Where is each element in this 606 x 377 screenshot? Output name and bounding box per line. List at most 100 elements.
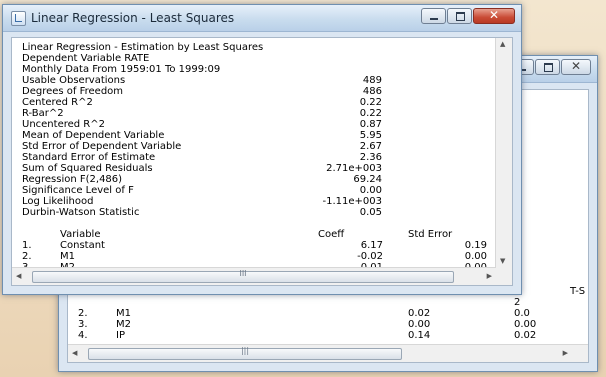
stat-label: Degrees of Freedom bbox=[22, 86, 124, 97]
fragment-std-error: 0.0 bbox=[514, 308, 530, 319]
coef-std-error: 0.00 bbox=[464, 251, 487, 262]
std-error-header: Std Error bbox=[408, 229, 453, 240]
coef-index: 1. bbox=[22, 240, 32, 251]
stat-row: Degrees of Freedom 486 bbox=[22, 86, 382, 97]
scroll-down-arrow-icon[interactable]: ▼ bbox=[500, 258, 505, 265]
fragment-std-error: 0.00 bbox=[514, 319, 537, 330]
maximize-button[interactable] bbox=[535, 59, 560, 75]
fragment-variable: IP bbox=[116, 330, 125, 341]
stat-value: 69.24 bbox=[353, 174, 382, 185]
stat-value: 486 bbox=[362, 86, 382, 97]
coef-header-row: Variable Coeff Std Error bbox=[22, 229, 487, 240]
stat-value: -1.11e+003 bbox=[322, 196, 383, 207]
stat-row: Std Error of Dependent Variable 2.67 bbox=[22, 141, 382, 152]
stat-row: Uncentered R^2 0.87 bbox=[22, 119, 382, 130]
scroll-left-arrow-icon[interactable]: ◀ bbox=[16, 273, 21, 280]
fragment-index: 4. bbox=[78, 330, 88, 341]
stat-row: Mean of Dependent Variable 5.95 bbox=[22, 130, 382, 141]
stat-label: Sum of Squared Residuals bbox=[22, 163, 153, 174]
stat-row: Significance Level of F 0.00 bbox=[22, 185, 382, 196]
close-button[interactable]: ✕ bbox=[473, 8, 515, 24]
stat-value: 0.22 bbox=[359, 108, 382, 119]
stat-value: 2.71e+003 bbox=[326, 163, 382, 174]
chart-app-icon bbox=[11, 11, 26, 26]
stat-label: Centered R^2 bbox=[22, 97, 93, 108]
stat-label: Durbin-Watson Statistic bbox=[22, 207, 140, 218]
maximize-button[interactable] bbox=[447, 8, 472, 24]
stat-label: Std Error of Dependent Variable bbox=[22, 141, 182, 152]
fragment-row: 3. M2 0.00 0.00 bbox=[78, 319, 578, 330]
minimize-button[interactable] bbox=[421, 8, 446, 24]
stat-label: Usable Observations bbox=[22, 75, 126, 86]
caption-buttons: ✕ bbox=[421, 8, 515, 26]
fragment-index: 2. bbox=[78, 308, 88, 319]
report-header-line: Dependent Variable RATE bbox=[22, 53, 150, 64]
stat-label: Log Likelihood bbox=[22, 196, 94, 207]
scroll-grip-icon: ||| bbox=[240, 346, 250, 355]
fragment-variable: M1 bbox=[116, 308, 131, 319]
stat-label: Uncentered R^2 bbox=[22, 119, 105, 130]
stat-row: Standard Error of Estimate 2.36 bbox=[22, 152, 382, 163]
scroll-left-arrow-icon[interactable]: ◀ bbox=[72, 350, 77, 357]
variable-header: Variable bbox=[60, 229, 101, 240]
report-header-line: Linear Regression - Estimation by Least … bbox=[22, 42, 264, 53]
stat-row: Durbin-Watson Statistic 0.05 bbox=[22, 207, 382, 218]
stat-row: R-Bar^2 0.22 bbox=[22, 108, 382, 119]
stat-value: 0.87 bbox=[359, 119, 382, 130]
close-button[interactable]: ✕ bbox=[561, 59, 591, 75]
stat-label: Significance Level of F bbox=[22, 185, 134, 196]
t-stat-header-fragment: T-S bbox=[570, 286, 586, 297]
fragment-coeff: 0.14 bbox=[408, 330, 431, 341]
regression-report: Linear Regression - Estimation by Least … bbox=[22, 42, 487, 273]
coeff-header: Coeff bbox=[318, 229, 345, 240]
scroll-thumb[interactable]: III bbox=[32, 269, 454, 283]
fragment-row: 2 bbox=[78, 297, 578, 308]
stat-label: Mean of Dependent Variable bbox=[22, 130, 165, 141]
coef-row: 1. Constant 6.17 0.19 bbox=[22, 240, 487, 251]
coef-value: 6.17 bbox=[360, 240, 383, 251]
background-horizontal-scrollbar[interactable]: ◀ ||| ▶ bbox=[68, 344, 588, 362]
vertical-scrollbar[interactable]: ▲ ▼ bbox=[495, 38, 512, 268]
stat-value: 0.22 bbox=[359, 97, 382, 108]
fragment-cell: 2 bbox=[514, 297, 521, 308]
stat-value: 489 bbox=[362, 75, 382, 86]
report-text-area[interactable]: Linear Regression - Estimation by Least … bbox=[11, 37, 513, 286]
scroll-right-arrow-icon[interactable]: ▶ bbox=[563, 350, 568, 357]
fragment-coeff: 0.00 bbox=[408, 319, 431, 330]
window-titlebar[interactable]: Linear Regression - Least Squares ✕ bbox=[3, 5, 521, 32]
fragment-index: 3. bbox=[78, 319, 88, 330]
stat-value: 2.36 bbox=[359, 152, 382, 163]
coef-row: 2. M1 -0.02 0.00 bbox=[22, 251, 487, 262]
fragment-coeff: 0.02 bbox=[408, 308, 431, 319]
report-header-line: Monthly Data From 1959:01 To 1999:09 bbox=[22, 64, 221, 75]
stat-row: Usable Observations 489 bbox=[22, 75, 382, 86]
stat-row: Log Likelihood -1.11e+003 bbox=[22, 196, 382, 207]
stat-value: 5.95 bbox=[359, 130, 382, 141]
coef-index: 2. bbox=[22, 251, 32, 262]
fragment-std-error: 0.02 bbox=[514, 330, 537, 341]
stat-value: 0.05 bbox=[359, 207, 382, 218]
scroll-up-arrow-icon[interactable]: ▲ bbox=[500, 41, 505, 48]
regression-output-window[interactable]: Linear Regression - Least Squares ✕ Line… bbox=[2, 4, 522, 295]
stat-row: Regression F(2,486) 69.24 bbox=[22, 174, 382, 185]
stat-value: 0.00 bbox=[359, 185, 382, 196]
close-icon: ✕ bbox=[488, 8, 500, 22]
fragment-row: 4. IP 0.14 0.02 bbox=[78, 330, 578, 341]
coef-std-error: 0.19 bbox=[464, 240, 487, 251]
fragment-row: 2. M1 0.02 0.0 bbox=[78, 308, 578, 319]
stat-value: 2.67 bbox=[359, 141, 382, 152]
window-title: Linear Regression - Least Squares bbox=[31, 11, 235, 25]
scroll-right-arrow-icon[interactable]: ▶ bbox=[487, 273, 492, 280]
scroll-thumb[interactable]: ||| bbox=[88, 346, 402, 360]
coef-value: -0.02 bbox=[357, 251, 383, 262]
spacer-row bbox=[22, 218, 382, 229]
horizontal-scrollbar[interactable]: ◀ III ▶ bbox=[12, 267, 496, 285]
stat-row: Centered R^2 0.22 bbox=[22, 97, 382, 108]
fragment-variable: M2 bbox=[116, 319, 131, 330]
stat-label: Standard Error of Estimate bbox=[22, 152, 156, 163]
coef-variable: Constant bbox=[60, 240, 105, 251]
close-icon: ✕ bbox=[570, 59, 582, 73]
scroll-grip-icon: III bbox=[239, 269, 247, 278]
coef-variable: M1 bbox=[60, 251, 75, 262]
stat-label: R-Bar^2 bbox=[22, 108, 64, 119]
